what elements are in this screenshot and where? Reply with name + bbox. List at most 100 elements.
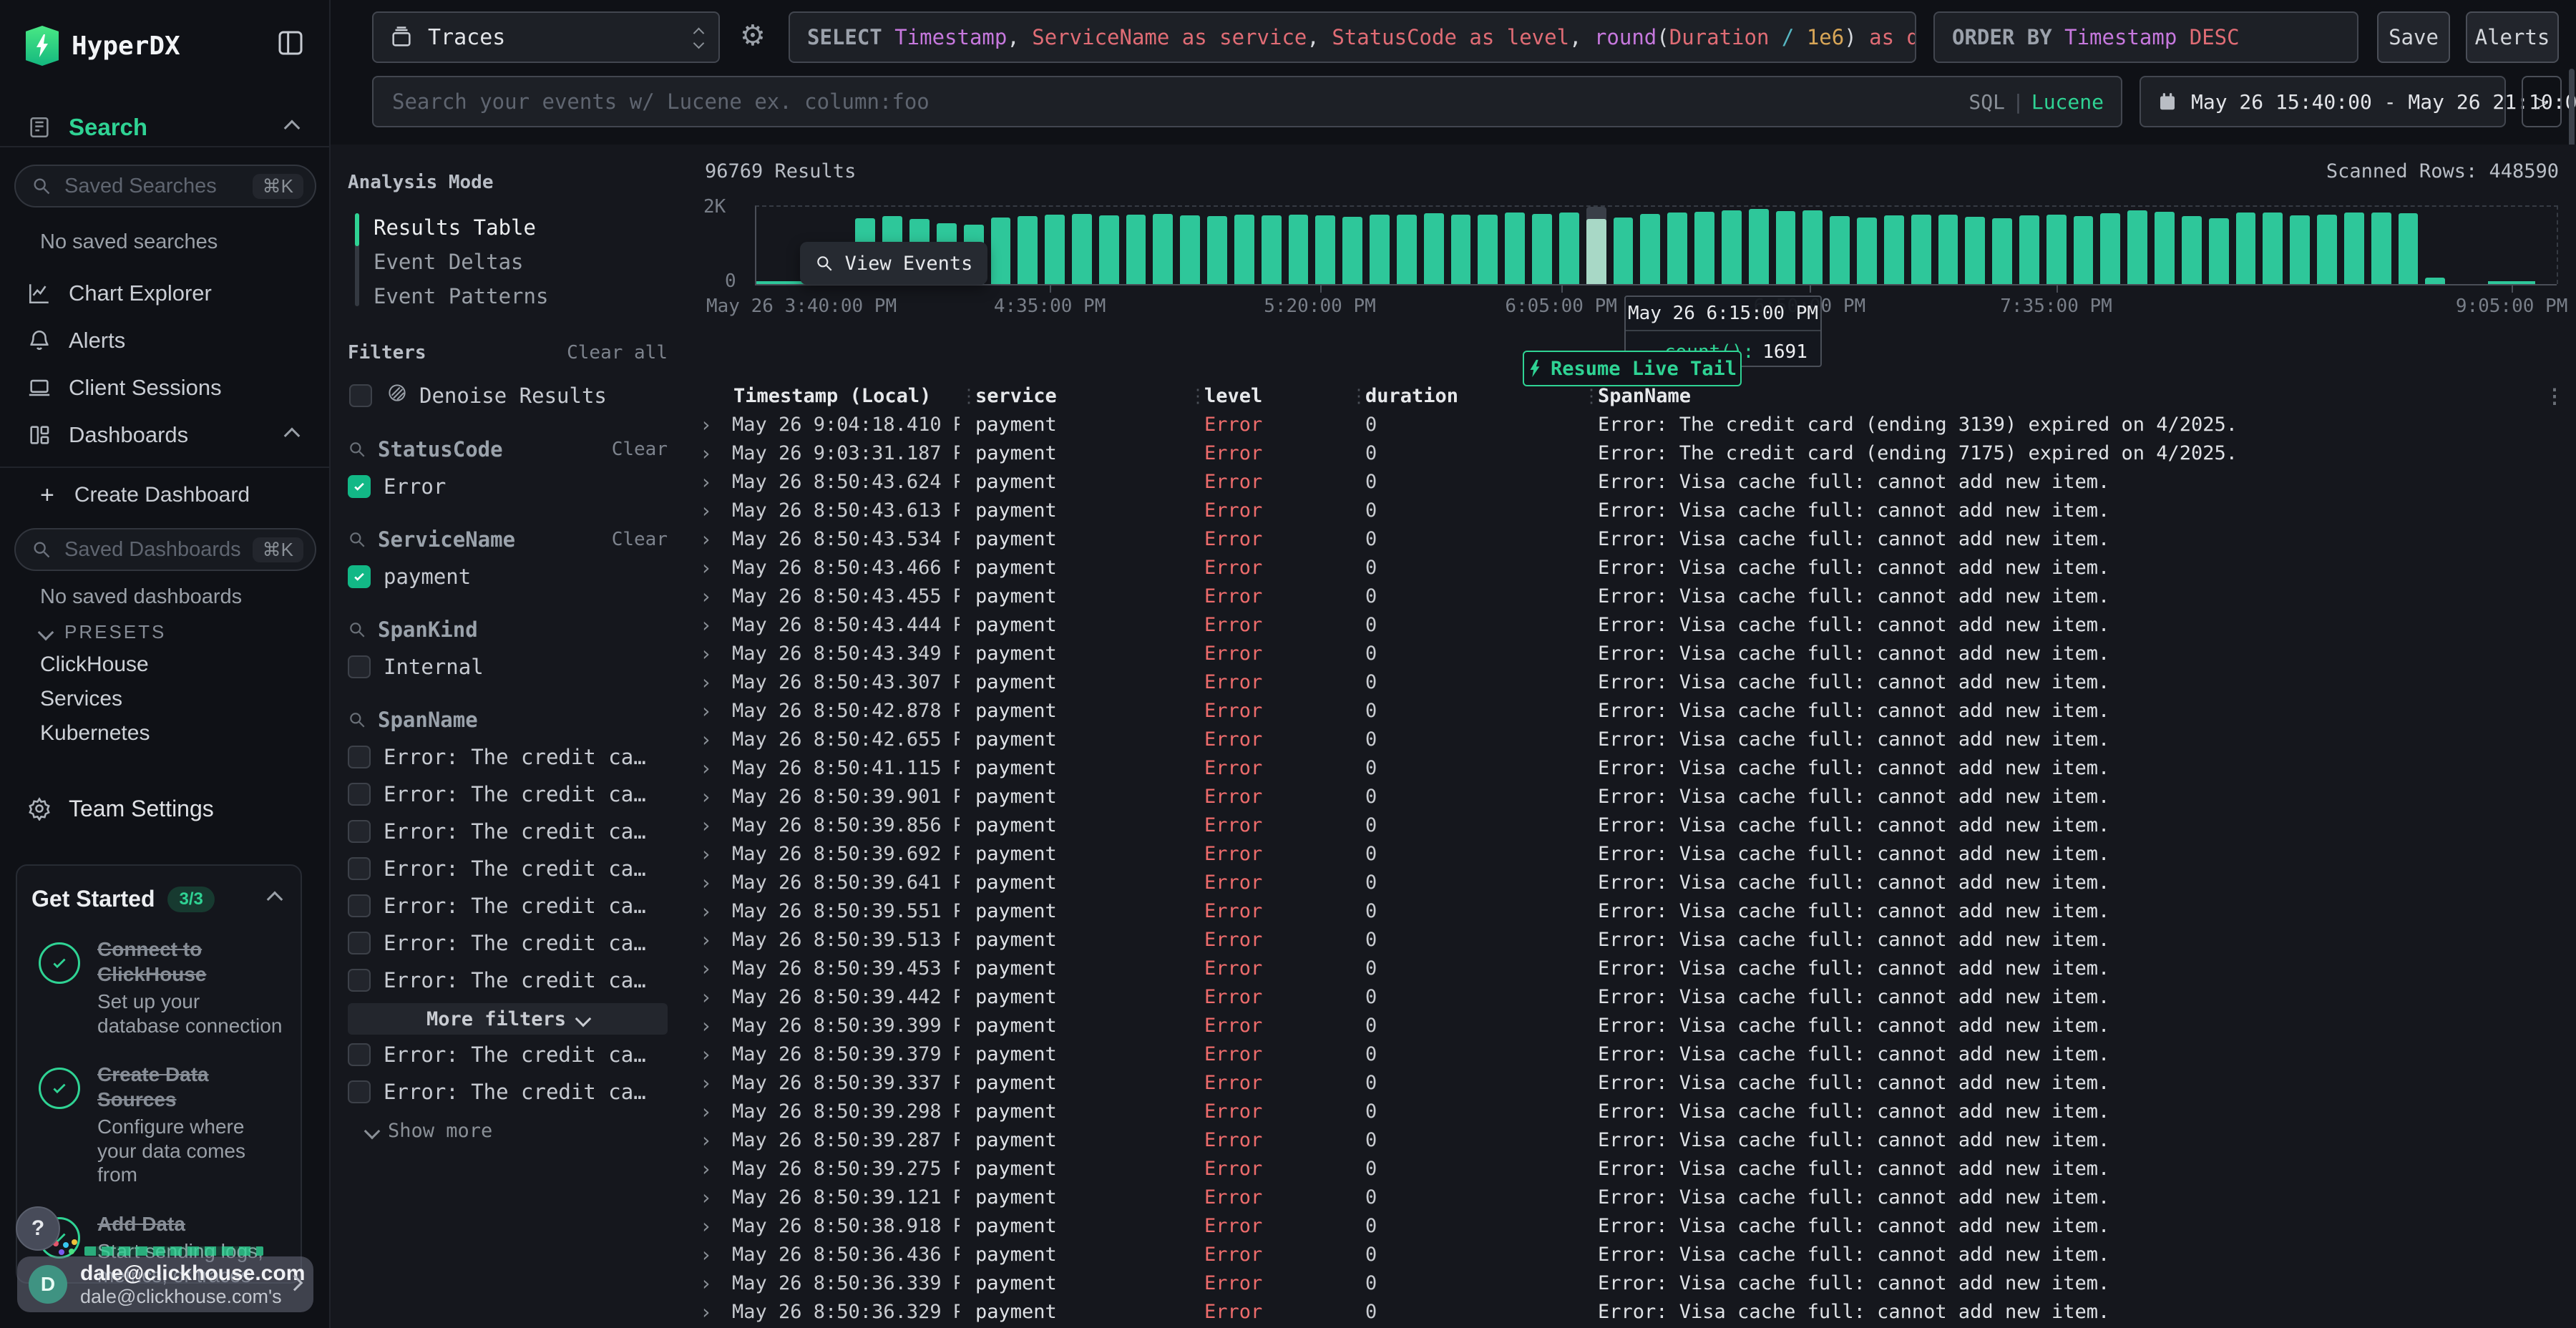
histogram-bar[interactable] bbox=[1722, 207, 1742, 284]
histogram-bar[interactable] bbox=[1857, 207, 1877, 284]
histogram-bar[interactable] bbox=[1749, 207, 1769, 284]
histogram-bar[interactable] bbox=[1667, 207, 1687, 284]
presets-toggle[interactable]: PRESETS bbox=[40, 621, 166, 643]
search-icon[interactable] bbox=[348, 620, 366, 639]
row-expand-icon[interactable]: › bbox=[685, 1014, 716, 1038]
row-expand-icon[interactable]: › bbox=[685, 670, 716, 694]
table-row[interactable]: ›May 26 8:50:36.339 PMpaymentError0Error… bbox=[685, 1269, 2576, 1297]
histogram-bar[interactable] bbox=[1776, 207, 1796, 284]
denoise-toggle[interactable]: Denoise Results bbox=[349, 382, 685, 409]
histogram-bar[interactable] bbox=[1559, 207, 1579, 284]
table-row[interactable]: ›May 26 8:50:39.513 PMpaymentError0Error… bbox=[685, 925, 2576, 954]
clear-filter-button[interactable]: Clear bbox=[612, 529, 668, 550]
mode-event-deltas[interactable]: Event Deltas bbox=[374, 245, 685, 279]
table-row[interactable]: ›May 26 8:50:39.453 PMpaymentError0Error… bbox=[685, 954, 2576, 982]
histogram-bar[interactable] bbox=[2046, 207, 2067, 284]
row-expand-icon[interactable]: › bbox=[685, 585, 716, 608]
row-expand-icon[interactable]: › bbox=[685, 1214, 716, 1238]
row-expand-icon[interactable]: › bbox=[685, 441, 716, 465]
row-expand-icon[interactable]: › bbox=[685, 928, 716, 952]
histogram-bar[interactable] bbox=[1153, 207, 1173, 284]
histogram-bar[interactable] bbox=[2155, 207, 2175, 284]
histogram-bar[interactable] bbox=[1397, 207, 1417, 284]
row-expand-icon[interactable]: › bbox=[685, 1071, 716, 1095]
table-row[interactable]: ›May 26 8:50:39.275 PMpaymentError0Error… bbox=[685, 1154, 2576, 1183]
histogram-bar[interactable] bbox=[1965, 207, 1985, 284]
row-expand-icon[interactable]: › bbox=[685, 1157, 716, 1181]
histogram-bar[interactable] bbox=[2127, 207, 2147, 284]
histogram-bar[interactable] bbox=[1099, 207, 1119, 284]
events-histogram[interactable]: May 26 3:40:00 PM4:35:00 PM5:20:00 PM6:0… bbox=[755, 205, 2558, 284]
histogram-bar[interactable] bbox=[1370, 207, 1390, 284]
saved-searches-search[interactable]: ⌘K bbox=[14, 165, 316, 208]
checkbox-unchecked[interactable] bbox=[348, 1080, 371, 1103]
column-header-timestamp[interactable]: Timestamp (Local) bbox=[716, 385, 960, 407]
checkbox-unchecked[interactable] bbox=[348, 894, 371, 917]
row-expand-icon[interactable]: › bbox=[685, 814, 716, 837]
column-header-level[interactable]: level bbox=[1189, 385, 1350, 407]
checkbox-checked[interactable] bbox=[348, 565, 371, 588]
row-expand-icon[interactable]: › bbox=[685, 1243, 716, 1266]
get-started-step[interactable]: Create Data Sources Configure where your… bbox=[31, 1062, 286, 1187]
histogram-bar[interactable] bbox=[2290, 207, 2310, 284]
histogram-bar[interactable] bbox=[1532, 207, 1552, 284]
column-header-duration[interactable]: duration bbox=[1350, 385, 1582, 407]
histogram-bar[interactable] bbox=[2209, 207, 2229, 284]
row-expand-icon[interactable]: › bbox=[685, 1300, 716, 1324]
row-expand-icon[interactable]: › bbox=[685, 1128, 716, 1152]
row-expand-icon[interactable]: › bbox=[685, 985, 716, 1009]
chevron-up-icon[interactable] bbox=[269, 892, 280, 907]
row-expand-icon[interactable]: › bbox=[685, 413, 716, 436]
row-expand-icon[interactable]: › bbox=[685, 957, 716, 980]
filter-option[interactable]: Error: The credit card … bbox=[348, 1043, 668, 1067]
histogram-bar[interactable] bbox=[1207, 207, 1227, 284]
row-expand-icon[interactable]: › bbox=[685, 613, 716, 637]
filter-option[interactable]: Internal bbox=[348, 655, 668, 679]
filter-option[interactable]: Error: The credit card … bbox=[348, 968, 668, 992]
mode-event-patterns[interactable]: Event Patterns bbox=[374, 279, 685, 313]
column-options-icon[interactable]: ⋮ bbox=[2540, 384, 2576, 408]
table-row[interactable]: ›May 26 8:50:43.613 PMpaymentError0Error… bbox=[685, 496, 2576, 524]
run-query-button[interactable]: ▷ bbox=[2522, 76, 2562, 127]
search-icon[interactable] bbox=[348, 530, 366, 549]
histogram-bar[interactable] bbox=[1802, 207, 1823, 284]
more-filters-button[interactable]: More filters bbox=[348, 1003, 668, 1035]
filter-option[interactable]: Error: The credit card … bbox=[348, 894, 668, 918]
table-row[interactable]: ›May 26 9:04:18.410 PMpaymentError0Error… bbox=[685, 410, 2576, 439]
checkbox-unchecked[interactable] bbox=[348, 857, 371, 880]
table-row[interactable]: ›May 26 8:50:43.534 PMpaymentError0Error… bbox=[685, 524, 2576, 553]
table-row[interactable]: ›May 26 8:50:39.442 PMpaymentError0Error… bbox=[685, 982, 2576, 1011]
table-row[interactable]: ›May 26 8:50:43.307 PMpaymentError0Error… bbox=[685, 668, 2576, 696]
source-selector[interactable]: Traces bbox=[372, 11, 720, 63]
table-row[interactable]: ›May 26 8:50:39.121 PMpaymentError0Error… bbox=[685, 1183, 2576, 1211]
saved-searches-input[interactable] bbox=[63, 174, 247, 199]
histogram-bar[interactable] bbox=[991, 207, 1011, 284]
table-row[interactable]: ›May 26 8:50:42.878 PMpaymentError0Error… bbox=[685, 696, 2576, 725]
checkbox-unchecked[interactable] bbox=[348, 655, 371, 678]
row-expand-icon[interactable]: › bbox=[685, 499, 716, 522]
sql-toggle[interactable]: SQL bbox=[1968, 90, 2005, 114]
histogram-bar[interactable] bbox=[1262, 207, 1282, 284]
histogram-bar[interactable] bbox=[1884, 207, 1904, 284]
get-started-step[interactable]: Connect to ClickHouse Set up your databa… bbox=[31, 937, 286, 1038]
sidebar-item-client-sessions[interactable]: Client Sessions bbox=[0, 371, 329, 405]
histogram-bar[interactable] bbox=[1451, 207, 1471, 284]
filter-option[interactable]: Error: The credit card … bbox=[348, 856, 668, 881]
histogram-bar[interactable] bbox=[1586, 207, 1606, 284]
sidebar-item-dashboards[interactable]: Dashboards bbox=[0, 418, 329, 452]
search-icon[interactable] bbox=[348, 440, 366, 459]
table-row[interactable]: ›May 26 8:50:39.692 PMpaymentError0Error… bbox=[685, 839, 2576, 868]
column-header-service[interactable]: service bbox=[960, 385, 1189, 407]
row-expand-icon[interactable]: › bbox=[685, 1186, 716, 1209]
histogram-bar[interactable] bbox=[1911, 207, 1931, 284]
histogram-bar[interactable] bbox=[2074, 207, 2094, 284]
row-expand-icon[interactable]: › bbox=[685, 756, 716, 780]
row-expand-icon[interactable]: › bbox=[685, 527, 716, 551]
checkbox-checked[interactable] bbox=[348, 475, 371, 498]
histogram-bar[interactable] bbox=[1018, 207, 1038, 284]
table-row[interactable]: ›May 26 8:50:39.298 PMpaymentError0Error… bbox=[685, 1097, 2576, 1126]
table-row[interactable]: ›May 26 9:03:31.187 PMpaymentError0Error… bbox=[685, 439, 2576, 467]
table-row[interactable]: ›May 26 8:50:39.337 PMpaymentError0Error… bbox=[685, 1068, 2576, 1097]
histogram-bar[interactable] bbox=[1126, 207, 1146, 284]
event-search-bar[interactable]: SQL|Lucene bbox=[372, 76, 2122, 127]
